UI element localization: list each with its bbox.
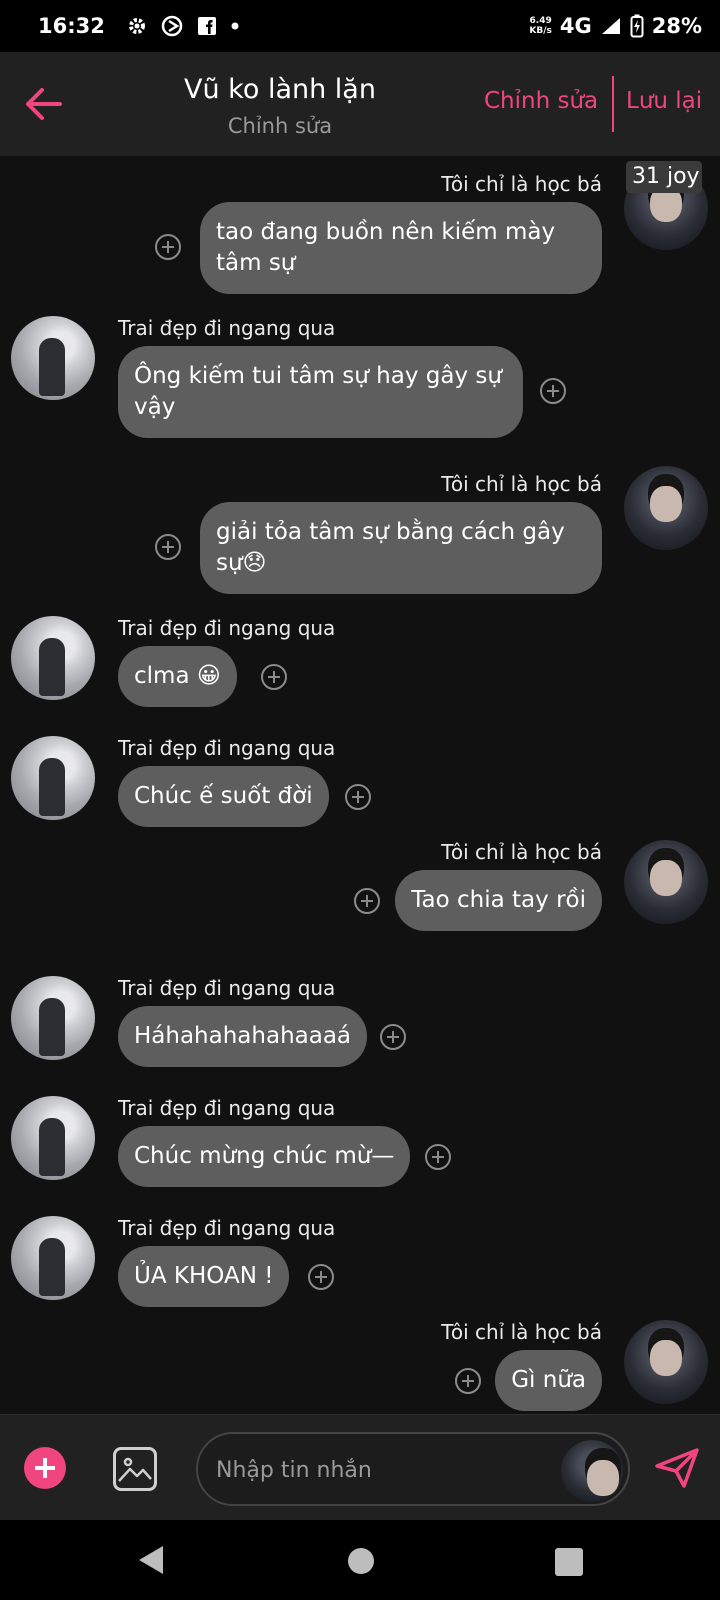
- add-reaction-icon[interactable]: [155, 234, 181, 260]
- overlay-badge: 31 joy: [626, 161, 702, 193]
- battery-charging-icon: [630, 14, 644, 38]
- message-line: Ông kiếm tui tâm sự hay gây sự: [134, 363, 502, 389]
- status-notification-icons: [127, 15, 239, 37]
- battery-level: 28%: [651, 14, 702, 38]
- network-speed-unit: KB/s: [529, 26, 552, 36]
- message-sender: Trai đẹp đi ngang qua: [118, 1216, 336, 1240]
- nav-back-icon[interactable]: [137, 1544, 165, 1576]
- avatar[interactable]: [11, 976, 95, 1060]
- message-bubble[interactable]: Chúc ế suốt đời: [118, 766, 329, 827]
- message-line: vậy: [134, 394, 176, 420]
- message-line: Chúc mừng chúc mừ—: [134, 1143, 395, 1169]
- nav-recents-icon[interactable]: [555, 1548, 583, 1576]
- message-line: giải tỏa tâm sự bằng cách gây: [216, 519, 565, 545]
- add-reaction-icon[interactable]: [455, 1368, 481, 1394]
- message-sender: Tôi chỉ là học bá: [441, 172, 602, 196]
- add-reaction-icon[interactable]: [155, 534, 181, 560]
- character-avatar[interactable]: [561, 1440, 623, 1502]
- message-bubble[interactable]: giải tỏa tâm sự bằng cách gây sự😞: [200, 502, 602, 594]
- status-time: 16:32: [38, 14, 105, 38]
- message-line: clma 😀: [134, 663, 221, 689]
- network-speed: 6.49 KB/s: [529, 16, 551, 36]
- message-sender: Tôi chỉ là học bá: [441, 472, 602, 496]
- message-sender: Tôi chỉ là học bá: [441, 840, 602, 864]
- chat-title: Vũ ko lành lặn: [184, 74, 376, 105]
- message-line: tao đang buồn nên kiếm mày: [216, 219, 556, 245]
- avatar[interactable]: [11, 316, 95, 400]
- message-sender: Trai đẹp đi ngang qua: [118, 1096, 336, 1120]
- message-bubble[interactable]: clma 😀: [118, 646, 237, 707]
- message-line: tâm sự: [216, 250, 296, 276]
- message-line: Gì nữa: [511, 1367, 586, 1393]
- chat-subtitle: Chỉnh sửa: [227, 114, 333, 138]
- message-line: Chúc ế suốt đời: [134, 783, 313, 809]
- message-line: ỦA KHOAN !: [134, 1263, 274, 1289]
- avatar[interactable]: [11, 616, 95, 700]
- message-bubble[interactable]: ỦA KHOAN !: [118, 1246, 290, 1307]
- message-bubble[interactable]: Tao chia tay rồi: [395, 870, 602, 931]
- image-icon[interactable]: [113, 1447, 157, 1491]
- add-reaction-icon[interactable]: [345, 784, 371, 810]
- system-nav-bar: [0, 1520, 720, 1600]
- dot-icon: [231, 22, 239, 30]
- avatar[interactable]: [624, 466, 708, 550]
- message-field: [196, 1432, 630, 1506]
- add-reaction-icon[interactable]: [425, 1144, 451, 1170]
- signal-icon: [601, 18, 620, 34]
- message-sender: Tôi chỉ là học bá: [441, 1320, 602, 1344]
- message-line: sự😞: [216, 550, 267, 576]
- status-bar: 16:32 6.49 KB/s 4G 28%: [0, 0, 720, 52]
- message-sender: Trai đẹp đi ngang qua: [118, 736, 336, 760]
- message-bubble[interactable]: tao đang buồn nên kiếm mày tâm sự: [200, 202, 602, 294]
- composer-bar: [0, 1414, 720, 1520]
- avatar[interactable]: [11, 1216, 95, 1300]
- avatar[interactable]: [11, 1096, 95, 1180]
- add-reaction-icon[interactable]: [540, 378, 566, 404]
- nav-home-icon[interactable]: [348, 1548, 374, 1574]
- message-sender: Trai đẹp đi ngang qua: [118, 316, 336, 340]
- add-reaction-icon[interactable]: [308, 1264, 334, 1290]
- avatar[interactable]: [624, 1320, 708, 1404]
- message-line: Tao chia tay rồi: [411, 887, 586, 913]
- network-type: 4G: [559, 14, 592, 38]
- gear-icon: [128, 18, 145, 34]
- message-line: Háhahahahahaaaá: [134, 1023, 352, 1049]
- message-bubble[interactable]: Ông kiếm tui tâm sự hay gây sự vậy: [118, 346, 523, 438]
- status-right-group: 6.49 KB/s 4G 28%: [529, 14, 702, 38]
- avatar[interactable]: [624, 840, 708, 924]
- header-divider: [612, 76, 614, 132]
- facebook-icon: [197, 17, 216, 35]
- message-input[interactable]: [216, 1452, 546, 1488]
- play-circle-icon: [161, 15, 183, 37]
- message-bubble[interactable]: Gì nữa: [495, 1350, 602, 1411]
- edit-button[interactable]: Chỉnh sửa: [484, 88, 598, 114]
- add-reaction-icon[interactable]: [354, 888, 380, 914]
- add-reaction-icon[interactable]: [261, 664, 287, 690]
- message-list[interactable]: Tôi chỉ là học bá tao đang buồn nên kiếm…: [0, 156, 720, 1414]
- message-sender: Trai đẹp đi ngang qua: [118, 616, 336, 640]
- network-speed-value: 6.49: [529, 16, 552, 26]
- add-reaction-icon[interactable]: [380, 1024, 406, 1050]
- message-sender: Trai đẹp đi ngang qua: [118, 976, 336, 1000]
- save-button[interactable]: Lưu lại: [626, 88, 702, 114]
- chat-header: Vũ ko lành lặn Chỉnh sửa Chỉnh sửa Lưu l…: [0, 52, 720, 156]
- avatar[interactable]: [11, 736, 95, 820]
- send-icon[interactable]: [654, 1447, 700, 1489]
- message-bubble[interactable]: Chúc mừng chúc mừ—: [118, 1126, 411, 1187]
- plus-icon[interactable]: [24, 1447, 66, 1489]
- message-bubble[interactable]: Háhahahahahaaaá: [118, 1006, 368, 1067]
